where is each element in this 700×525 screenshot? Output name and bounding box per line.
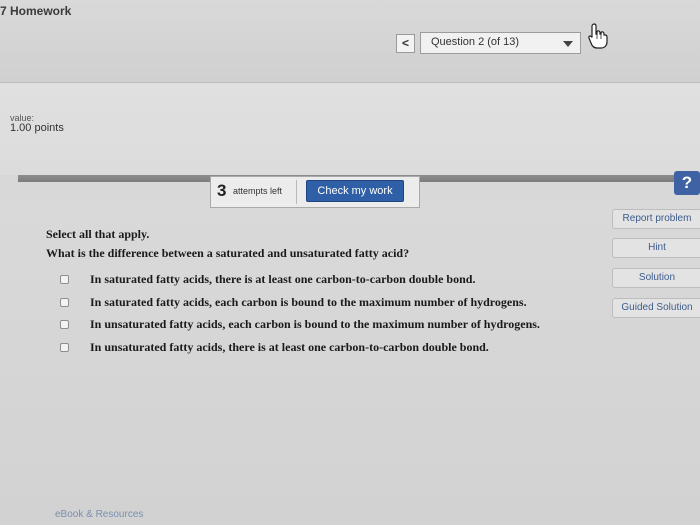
guided-solution-button[interactable]: Guided Solution [612,298,700,318]
help-icon[interactable]: ? [674,171,700,195]
ebook-resources-link[interactable]: eBook & Resources [55,509,143,520]
answer-checkbox[interactable] [60,343,69,352]
answer-option-text: In unsaturated fatty acids, there is at … [90,340,489,354]
attempts-count: 3 [217,181,227,200]
previous-question-button[interactable]: < [396,34,415,53]
answer-option-text: In saturated fatty acids, each carbon is… [90,295,527,309]
solution-button[interactable]: Solution [612,268,700,288]
app-title: 7 Homework [0,4,72,18]
answer-checkbox[interactable] [60,320,69,329]
answer-checkbox[interactable] [60,275,69,284]
report-problem-button[interactable]: Report problem [612,209,700,229]
instruction-text: Select all that apply. [46,227,150,241]
chevron-down-icon [563,41,573,47]
score-panel [0,82,700,175]
hint-button[interactable]: Hint [612,238,700,258]
toolbar-separator [296,180,297,204]
hand-pointer-icon [588,23,608,49]
question-selector-label: Question 2 (of 13) [431,36,520,48]
answer-option-text: In saturated fatty acids, there is at le… [90,272,476,286]
attempts-label: attempts left [233,186,283,196]
question-text: What is the difference between a saturat… [46,246,410,260]
answer-checkbox[interactable] [60,298,69,307]
points-value: 1.00 points [10,122,64,134]
check-my-work-button[interactable]: Check my work [306,180,404,202]
question-selector[interactable]: Question 2 (of 13) [420,32,581,54]
answer-option-text: In unsaturated fatty acids, each carbon … [90,317,540,331]
